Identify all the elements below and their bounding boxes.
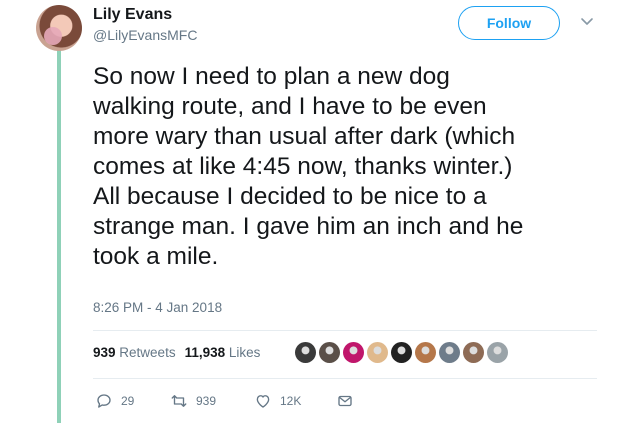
reply-icon — [97, 394, 111, 408]
likes-label: Likes — [228, 345, 261, 360]
liker-avatar[interactable] — [487, 342, 508, 363]
reply-action[interactable]: 29 — [95, 392, 170, 410]
divider — [93, 378, 597, 379]
liker-avatar[interactable] — [295, 342, 316, 363]
like-icon — [256, 395, 270, 408]
retweets-count: 939 — [93, 345, 116, 360]
retweet-icon — [171, 395, 187, 407]
liker-avatar[interactable] — [319, 342, 340, 363]
avatar[interactable] — [36, 5, 82, 51]
retweet-action[interactable]: 939 — [170, 392, 254, 410]
tweet-stats: 939 Retweets 11,938 Likes — [93, 345, 260, 360]
tweet-text: So now I need to plan a new dog walking … — [93, 63, 524, 270]
liker-avatar[interactable] — [367, 342, 388, 363]
like-count: 12K — [280, 394, 302, 408]
like-action[interactable]: 12K — [254, 392, 336, 410]
retweets-label: Retweets — [119, 345, 176, 360]
liker-avatar[interactable] — [415, 342, 436, 363]
liker-avatar[interactable] — [343, 342, 364, 363]
retweet-count: 939 — [196, 394, 217, 408]
thread-line — [57, 50, 61, 423]
reply-count: 29 — [121, 394, 135, 408]
likers-avatars — [295, 342, 508, 363]
liker-avatar[interactable] — [463, 342, 484, 363]
follow-button[interactable]: Follow — [458, 6, 560, 40]
chevron-down-icon[interactable] — [580, 14, 594, 28]
divider — [93, 330, 597, 331]
liker-avatar[interactable] — [391, 342, 412, 363]
liker-avatar[interactable] — [439, 342, 460, 363]
likes-stat[interactable]: 11,938 Likes — [185, 345, 261, 360]
retweets-stat[interactable]: 939 Retweets — [93, 345, 176, 360]
message-action[interactable] — [336, 392, 354, 410]
message-icon — [338, 395, 352, 407]
user-handle[interactable]: @LilyEvansMFC — [93, 27, 197, 43]
tweet-actions: 29 939 12K — [95, 392, 354, 410]
user-name[interactable]: Lily Evans — [93, 6, 172, 24]
likes-count: 11,938 — [184, 345, 226, 360]
tweet-timestamp[interactable]: 8:26 PM - 4 Jan 2018 — [93, 300, 222, 315]
